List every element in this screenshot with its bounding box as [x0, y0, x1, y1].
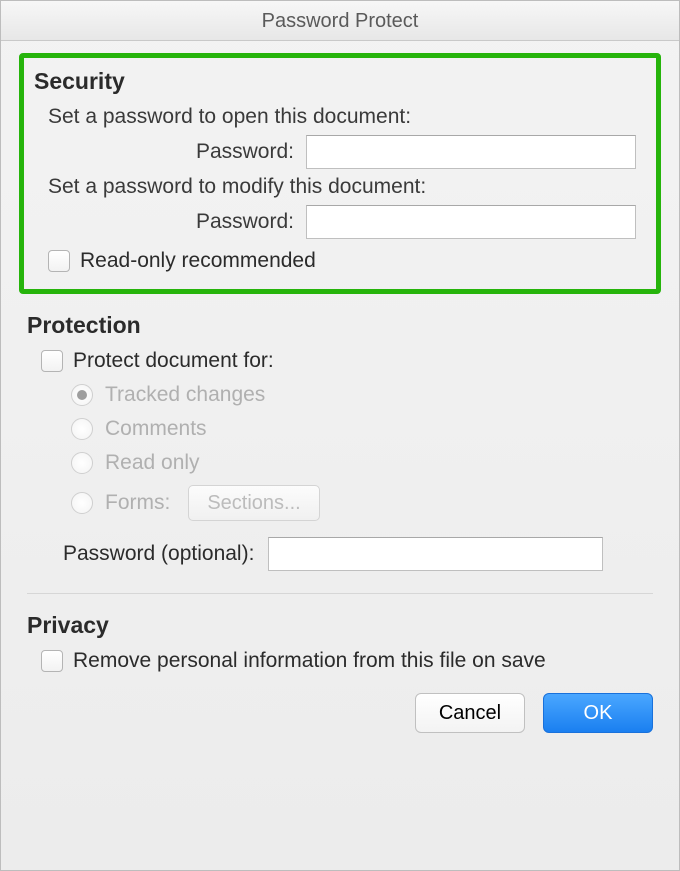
readonly-recommended-label: Read-only recommended — [80, 249, 316, 273]
ok-button[interactable]: OK — [543, 693, 653, 733]
read-only-label: Read only — [105, 451, 200, 475]
forms-row: Forms: Sections... — [71, 485, 653, 521]
optional-password-row: Password (optional): — [63, 537, 653, 571]
privacy-heading: Privacy — [27, 612, 653, 639]
sections-button: Sections... — [188, 485, 319, 521]
open-password-row: Password: — [48, 135, 646, 169]
password-protect-dialog: Password Protect Security Set a password… — [0, 0, 680, 871]
protect-document-for-row: Protect document for: — [41, 349, 653, 373]
tracked-changes-row: Tracked changes — [71, 383, 653, 407]
remove-personal-info-checkbox[interactable] — [41, 650, 63, 672]
security-heading: Security — [34, 68, 646, 95]
forms-label: Forms: — [105, 491, 170, 515]
readonly-recommended-checkbox[interactable] — [48, 250, 70, 272]
modify-password-description: Set a password to modify this document: — [48, 175, 646, 199]
open-password-label: Password: — [48, 140, 306, 164]
tracked-changes-label: Tracked changes — [105, 383, 265, 407]
modify-password-row: Password: — [48, 205, 646, 239]
security-section-highlight: Security Set a password to open this doc… — [19, 53, 661, 294]
remove-personal-info-label: Remove personal information from this fi… — [73, 649, 546, 673]
read-only-radio — [71, 452, 93, 474]
comments-radio — [71, 418, 93, 440]
dialog-buttons: Cancel OK — [27, 693, 653, 733]
tracked-changes-radio — [71, 384, 93, 406]
forms-radio — [71, 492, 93, 514]
divider — [27, 593, 653, 594]
read-only-row: Read only — [71, 451, 653, 475]
protection-radio-group: Tracked changes Comments Read only Forms… — [71, 383, 653, 521]
protect-document-for-checkbox[interactable] — [41, 350, 63, 372]
comments-label: Comments — [105, 417, 207, 441]
dialog-title: Password Protect — [1, 1, 679, 41]
modify-password-label: Password: — [48, 210, 306, 234]
remove-personal-info-row: Remove personal information from this fi… — [41, 649, 653, 673]
readonly-recommended-row: Read-only recommended — [48, 249, 646, 273]
optional-password-label: Password (optional): — [63, 542, 268, 566]
comments-row: Comments — [71, 417, 653, 441]
dialog-content: Security Set a password to open this doc… — [1, 41, 679, 749]
open-password-input[interactable] — [306, 135, 636, 169]
optional-password-input[interactable] — [268, 537, 603, 571]
cancel-button[interactable]: Cancel — [415, 693, 525, 733]
protection-heading: Protection — [27, 312, 653, 339]
modify-password-input[interactable] — [306, 205, 636, 239]
protect-document-for-label: Protect document for: — [73, 349, 274, 373]
open-password-description: Set a password to open this document: — [48, 105, 646, 129]
